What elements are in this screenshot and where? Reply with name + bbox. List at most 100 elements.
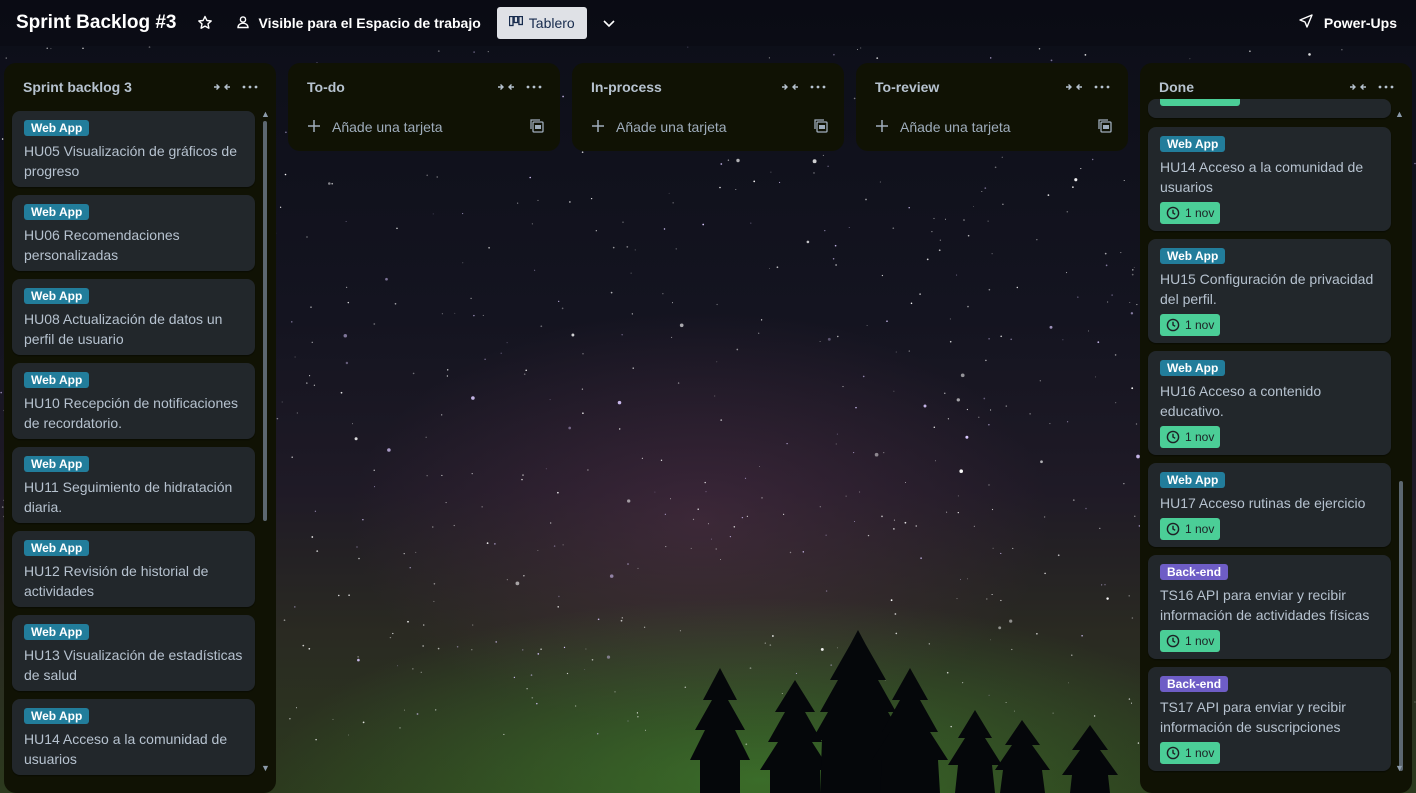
scroll-up-arrow[interactable]: ▲ xyxy=(1395,109,1404,119)
visibility-label: Visible para el Espacio de trabajo xyxy=(258,15,481,31)
add-card-button[interactable]: Añade una tarjeta xyxy=(864,111,1120,143)
list-item[interactable]: Web App HU08 Actualización de datos un pe… xyxy=(12,279,255,355)
template-icon[interactable] xyxy=(530,118,544,136)
list-item[interactable]: Web App HU05 Visualización de gráficos de… xyxy=(12,111,255,187)
more-dots-icon[interactable] xyxy=(1372,73,1400,101)
scroll-down-arrow[interactable]: ▼ xyxy=(1395,763,1404,773)
collapse-list-icon[interactable] xyxy=(492,73,520,101)
add-card-label: Añade una tarjeta xyxy=(332,119,443,135)
card-list: Web App HU14 Acceso a la comunidad de usu… xyxy=(1140,99,1412,781)
powerups-button[interactable]: Power-Ups xyxy=(1298,13,1397,32)
list-item[interactable]: Web App HU06 Recomendaciones personalizad… xyxy=(12,195,255,271)
due-date-badge[interactable]: 1 nov xyxy=(1160,426,1221,448)
card-title: HU13 Visualización de estadísticas de sa… xyxy=(24,647,243,683)
people-icon xyxy=(235,14,251,33)
board-view-button[interactable]: Tablero xyxy=(496,7,587,39)
list-item[interactable]: Web App HU16 Acceso a contenido educativo… xyxy=(1148,351,1391,455)
card-title: HU11 Seguimiento de hidratación diaria. xyxy=(24,479,233,515)
collapse-list-icon[interactable] xyxy=(1060,73,1088,101)
list-item[interactable]: Back-end TS17 API para enviar y recibir i… xyxy=(1148,667,1391,771)
card-label: Web App xyxy=(24,456,90,472)
due-date: 1 nov xyxy=(1185,430,1215,444)
collapse-list-icon[interactable] xyxy=(1344,73,1372,101)
powerups-label: Power-Ups xyxy=(1323,14,1397,31)
list-to-review: To-review Añade una tarjeta xyxy=(856,63,1128,151)
card-title: HU16 Acceso a contenido educativo. xyxy=(1160,383,1322,419)
list-item[interactable]: Web App HU15 Configuración de privacidad … xyxy=(1148,239,1391,343)
clock-icon xyxy=(1166,318,1180,332)
list-item[interactable]: Web App HU17 Acceso rutinas de ejercicio 1… xyxy=(1148,463,1391,547)
plus-icon xyxy=(588,119,608,136)
scrollbar[interactable] xyxy=(1399,481,1403,771)
more-dots-icon[interactable] xyxy=(804,73,832,101)
template-icon[interactable] xyxy=(814,118,828,136)
plus-icon xyxy=(872,119,892,136)
more-dots-icon[interactable] xyxy=(1088,73,1116,101)
add-card-button[interactable]: Añade una tarjeta xyxy=(580,111,836,143)
list-header: To-review xyxy=(856,63,1128,111)
more-dots-icon[interactable] xyxy=(520,73,548,101)
list-title[interactable]: In-process xyxy=(591,79,776,95)
rocket-icon xyxy=(1298,13,1314,32)
list-title[interactable]: Done xyxy=(1159,79,1344,95)
card-label: Web App xyxy=(24,540,90,556)
template-icon[interactable] xyxy=(1098,118,1112,136)
card-title: HU14 Acceso a la comunidad de usuarios xyxy=(24,731,228,767)
card-label: Web App xyxy=(1160,360,1226,376)
list-item[interactable]: Web App HU12 Revisión de historial de act… xyxy=(12,531,255,607)
list-title[interactable]: To-review xyxy=(875,79,1060,95)
card-title: HU12 Revisión de historial de actividade… xyxy=(24,563,209,599)
due-date: 1 nov xyxy=(1185,634,1215,648)
board-icon xyxy=(508,15,523,31)
card-title: HU06 Recomendaciones personalizadas xyxy=(24,227,180,263)
add-card-label: Añade una tarjeta xyxy=(900,119,1011,135)
card-title: HU08 Actualización de datos un perfil de… xyxy=(24,311,223,347)
collapse-list-icon[interactable] xyxy=(208,73,236,101)
clock-icon xyxy=(1166,522,1180,536)
visibility-button[interactable]: Visible para el Espacio de trabajo xyxy=(227,8,489,39)
add-card-button[interactable]: Añade una tarjeta xyxy=(296,111,552,143)
list-item[interactable]: Web App HU13 Visualización de estadística… xyxy=(12,615,255,691)
card-list: Web App HU05 Visualización de gráficos de… xyxy=(4,111,276,781)
list-header: Sprint backlog 3 xyxy=(4,63,276,111)
scrollbar[interactable] xyxy=(263,121,267,521)
card-label: Web App xyxy=(24,624,90,640)
board-title[interactable]: Sprint Backlog #3 xyxy=(16,8,177,38)
add-card-label: Añade una tarjeta xyxy=(616,119,727,135)
card-label: Web App xyxy=(1160,136,1226,152)
list-title[interactable]: Sprint backlog 3 xyxy=(23,79,208,95)
due-date: 1 nov xyxy=(1185,318,1215,332)
list-done: Done Web App HU14 Acceso a la comunidad d… xyxy=(1140,63,1412,793)
card-label: Back-end xyxy=(1160,564,1229,580)
due-date-badge[interactable]: 1 nov xyxy=(1160,742,1221,764)
list-item[interactable]: Web App HU11 Seguimiento de hidratación d… xyxy=(12,447,255,523)
card-title: HU05 Visualización de gráficos de progre… xyxy=(24,143,237,179)
list-item[interactable] xyxy=(1148,99,1391,118)
due-date-badge[interactable]: 1 nov xyxy=(1160,630,1221,652)
due-date-badge[interactable]: 1 nov xyxy=(1160,518,1221,540)
list-item[interactable]: Back-end TS16 API para enviar y recibir i… xyxy=(1148,555,1391,659)
due-date: 1 nov xyxy=(1185,746,1215,760)
clock-icon xyxy=(1166,634,1180,648)
plus-icon xyxy=(304,119,324,136)
card-title: HU15 Configuración de privacidad del per… xyxy=(1160,271,1374,307)
scroll-up-arrow[interactable]: ▲ xyxy=(261,109,270,119)
list-item[interactable]: Web App HU14 Acceso a la comunidad de usu… xyxy=(1148,127,1391,231)
card-title: HU10 Recepción de notificaciones de reco… xyxy=(24,395,239,431)
list-item[interactable]: Web App HU14 Acceso a la comunidad de usu… xyxy=(12,699,255,775)
due-date-badge[interactable]: 1 nov xyxy=(1160,202,1221,224)
card-label: Web App xyxy=(24,120,90,136)
list-item[interactable]: Web App HU10 Recepción de notificaciones … xyxy=(12,363,255,439)
list-header: To-do xyxy=(288,63,560,111)
list-title[interactable]: To-do xyxy=(307,79,492,95)
clock-icon xyxy=(1166,746,1180,760)
star-icon[interactable] xyxy=(191,9,219,37)
clock-icon xyxy=(1166,430,1180,444)
chevron-down-icon[interactable] xyxy=(595,9,623,37)
scroll-down-arrow[interactable]: ▼ xyxy=(261,763,270,773)
list-sprint-backlog: Sprint backlog 3 Web App HU05 Visualizaci… xyxy=(4,63,276,793)
more-dots-icon[interactable] xyxy=(236,73,264,101)
card-label: Web App xyxy=(24,204,90,220)
due-date-badge[interactable]: 1 nov xyxy=(1160,314,1221,336)
collapse-list-icon[interactable] xyxy=(776,73,804,101)
